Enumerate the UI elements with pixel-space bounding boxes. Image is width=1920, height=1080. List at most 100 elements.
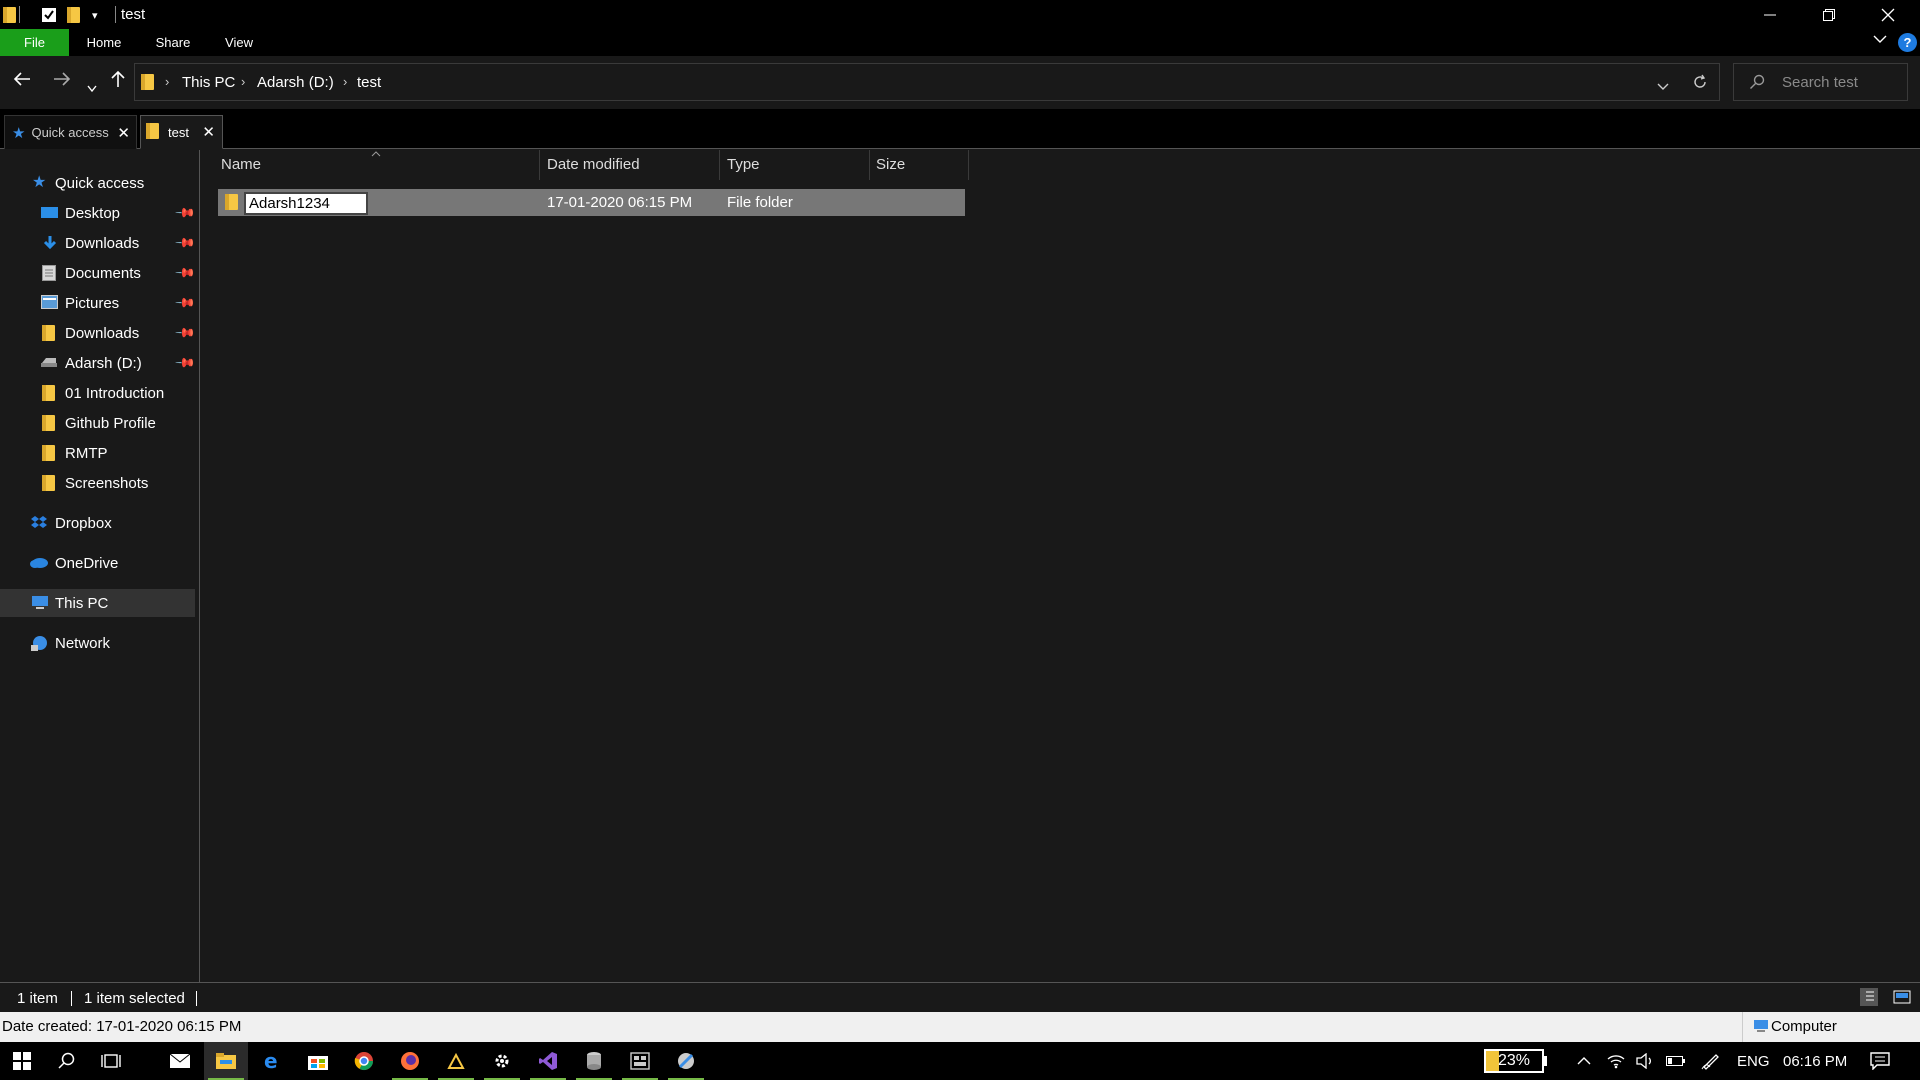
folder-icon bbox=[42, 415, 58, 431]
tab-test[interactable]: test ✕ bbox=[140, 115, 223, 149]
sidebar-item-label: Pictures bbox=[65, 294, 120, 312]
sidebar-item-adarsh-drive[interactable]: Adarsh (D:) 📌 bbox=[0, 349, 196, 377]
tab-file[interactable]: File bbox=[0, 29, 69, 56]
sidebar-item-dropbox[interactable]: Dropbox bbox=[0, 509, 195, 537]
chevron-right-icon[interactable]: › bbox=[343, 74, 347, 89]
store-icon[interactable] bbox=[296, 1042, 340, 1080]
close-tab-icon[interactable]: ✕ bbox=[202, 123, 215, 141]
chrome-icon[interactable] bbox=[342, 1042, 386, 1080]
edge-icon[interactable]: e bbox=[250, 1042, 294, 1080]
tab-quick-access[interactable]: ★ Quick access ✕ bbox=[4, 115, 137, 149]
sidebar-item-github-profile[interactable]: Github Profile bbox=[0, 409, 195, 437]
customize-toolbar-icon[interactable]: ▾ bbox=[92, 5, 98, 25]
start-button[interactable] bbox=[0, 1042, 44, 1080]
firefox-icon[interactable] bbox=[388, 1042, 432, 1080]
battery-icon[interactable] bbox=[1666, 1042, 1686, 1080]
visual-studio-icon[interactable] bbox=[526, 1042, 570, 1080]
network-icon bbox=[30, 635, 47, 651]
pin-icon[interactable]: 📌 bbox=[174, 232, 196, 255]
tab-strip: ★ Quick access ✕ test ✕ bbox=[0, 109, 1920, 149]
settings-icon[interactable] bbox=[480, 1042, 524, 1080]
wifi-icon[interactable] bbox=[1607, 1042, 1625, 1080]
file-explorer-icon[interactable] bbox=[204, 1042, 248, 1080]
column-divider[interactable] bbox=[869, 150, 870, 180]
pin-icon[interactable]: 📌 bbox=[174, 352, 196, 375]
sidebar-item-quick-access[interactable]: ★ Quick access bbox=[0, 169, 195, 197]
column-divider[interactable] bbox=[719, 150, 720, 180]
column-header-name[interactable]: Name bbox=[221, 150, 261, 180]
sidebar-item-label: Github Profile bbox=[65, 414, 156, 432]
back-button[interactable] bbox=[13, 70, 31, 94]
chevron-right-icon[interactable]: › bbox=[241, 74, 245, 89]
address-bar[interactable]: › This PC › Adarsh (D:) › test bbox=[134, 63, 1720, 101]
tab-home[interactable]: Home bbox=[79, 29, 129, 56]
database-icon[interactable] bbox=[572, 1042, 616, 1080]
show-hidden-icons-icon[interactable] bbox=[1577, 1042, 1591, 1080]
notifications-icon[interactable] bbox=[1870, 1042, 1890, 1080]
item-count: 1 item bbox=[17, 990, 58, 1007]
sidebar-item-desktop[interactable]: Desktop 📌 bbox=[0, 199, 196, 227]
mail-icon[interactable] bbox=[158, 1042, 202, 1080]
tab-view[interactable]: View bbox=[214, 29, 264, 56]
tab-share[interactable]: Share bbox=[148, 29, 198, 56]
search-input[interactable]: Search test bbox=[1733, 63, 1908, 101]
properties-icon[interactable] bbox=[41, 5, 57, 25]
rename-input[interactable]: Adarsh1234 bbox=[244, 192, 368, 215]
close-tab-icon[interactable]: ✕ bbox=[117, 124, 130, 142]
location-label: Computer bbox=[1771, 1018, 1837, 1035]
breadcrumb-test[interactable]: test bbox=[357, 74, 381, 91]
new-folder-icon[interactable] bbox=[67, 5, 80, 25]
app-icon[interactable] bbox=[618, 1042, 662, 1080]
column-header-type[interactable]: Type bbox=[727, 150, 760, 180]
recent-locations-chevron-down-icon[interactable] bbox=[87, 76, 97, 99]
help-icon[interactable]: ? bbox=[1898, 33, 1917, 52]
task-view-icon[interactable] bbox=[89, 1042, 133, 1080]
column-divider[interactable] bbox=[968, 150, 969, 180]
sidebar-item-screenshots[interactable]: Screenshots bbox=[0, 469, 195, 497]
breadcrumb-this-pc[interactable]: This PC bbox=[182, 74, 235, 91]
close-button[interactable] bbox=[1859, 0, 1917, 29]
pictures-icon bbox=[41, 295, 58, 311]
pin-icon[interactable]: 📌 bbox=[174, 292, 196, 315]
sidebar-item-rmtp[interactable]: RMTP bbox=[0, 439, 195, 467]
sidebar-item-onedrive[interactable]: OneDrive bbox=[0, 549, 195, 577]
large-icons-view-icon[interactable] bbox=[1893, 988, 1911, 1010]
folder-icon bbox=[42, 475, 58, 491]
minimize-button[interactable] bbox=[1741, 0, 1799, 29]
up-button[interactable] bbox=[110, 70, 126, 94]
volume-icon[interactable] bbox=[1636, 1042, 1654, 1080]
download-icon bbox=[42, 235, 58, 251]
pin-icon[interactable]: 📌 bbox=[174, 262, 196, 285]
restore-button[interactable] bbox=[1800, 0, 1858, 29]
address-history-chevron-down-icon[interactable] bbox=[1657, 78, 1669, 95]
chevron-right-icon[interactable]: › bbox=[165, 74, 169, 89]
navigation-pane: ★ Quick access Desktop 📌 Downloads 📌 Doc… bbox=[0, 150, 199, 982]
forward-button[interactable] bbox=[53, 70, 71, 94]
sidebar-item-downloads-folder[interactable]: Downloads 📌 bbox=[0, 319, 196, 347]
refresh-icon[interactable] bbox=[1692, 74, 1708, 94]
sidebar-item-01-introduction[interactable]: 01 Introduction bbox=[0, 379, 195, 407]
expand-ribbon-icon[interactable] bbox=[1873, 32, 1887, 51]
sidebar-item-documents[interactable]: Documents 📌 bbox=[0, 259, 196, 287]
folder-icon bbox=[225, 194, 238, 214]
sidebar-item-downloads[interactable]: Downloads 📌 bbox=[0, 229, 196, 257]
column-header-size[interactable]: Size bbox=[876, 150, 905, 180]
search-icon[interactable] bbox=[45, 1042, 89, 1080]
sidebar-item-label: Downloads bbox=[65, 324, 140, 342]
column-divider[interactable] bbox=[539, 150, 540, 180]
breadcrumb-drive[interactable]: Adarsh (D:) bbox=[257, 74, 334, 91]
sidebar-item-pictures[interactable]: Pictures 📌 bbox=[0, 289, 196, 317]
pin-icon[interactable]: 📌 bbox=[174, 202, 196, 225]
battery-indicator[interactable]: 23% bbox=[1484, 1049, 1544, 1073]
snipping-tool-icon[interactable] bbox=[664, 1042, 708, 1080]
title-bar: ▾ test bbox=[0, 0, 1920, 29]
language-indicator[interactable]: ENG bbox=[1737, 1042, 1770, 1080]
sidebar-item-this-pc[interactable]: This PC bbox=[0, 589, 195, 617]
details-view-icon[interactable] bbox=[1860, 988, 1878, 1010]
pin-icon[interactable]: 📌 bbox=[174, 322, 196, 345]
pen-ink-workspace-icon[interactable] bbox=[1701, 1042, 1721, 1080]
sidebar-item-network[interactable]: Network bbox=[0, 629, 195, 657]
clock[interactable]: 06:16 PM bbox=[1783, 1042, 1847, 1080]
column-header-date[interactable]: Date modified bbox=[547, 150, 640, 180]
sketch-app-icon[interactable] bbox=[434, 1042, 478, 1080]
